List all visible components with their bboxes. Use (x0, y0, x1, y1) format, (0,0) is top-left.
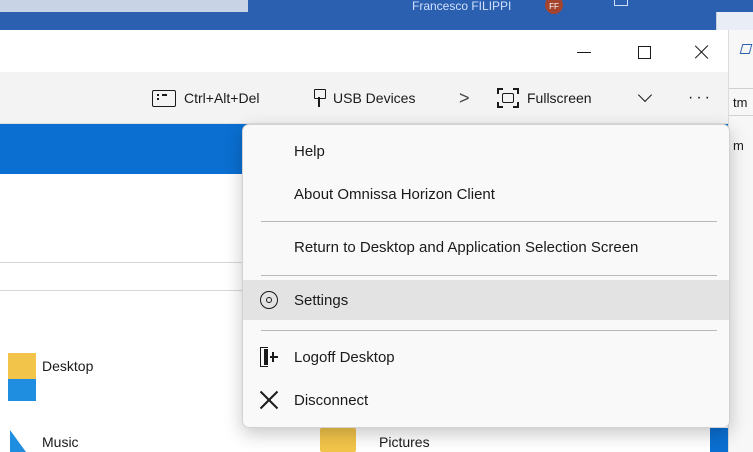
fullscreen-icon (497, 88, 519, 108)
desktop-folder-icon[interactable] (8, 353, 36, 401)
divider (0, 262, 250, 263)
menu-item-label: Settings (294, 291, 349, 309)
fullscreen-button[interactable]: Fullscreen (497, 84, 592, 112)
logoff-icon (259, 347, 279, 367)
maximize-button[interactable] (626, 38, 662, 66)
ctrl-alt-del-button[interactable]: Ctrl+Alt+Del (152, 84, 259, 112)
pictures-folder-label[interactable]: Pictures (379, 434, 430, 450)
minimize-icon (577, 51, 591, 53)
account-name: Francesco FILIPPI (412, 0, 512, 13)
menu-item-logoff-desktop[interactable]: Logoff Desktop (243, 337, 729, 377)
close-icon (259, 390, 279, 410)
menu-separator (261, 221, 717, 222)
fullscreen-label: Fullscreen (527, 90, 592, 106)
pictures-folder-icon[interactable] (320, 428, 356, 452)
more-icon: ··· (688, 89, 713, 106)
menu-separator (261, 275, 717, 276)
menu-item-settings[interactable]: Settings (243, 280, 729, 320)
divider (0, 290, 250, 291)
fullscreen-options-button[interactable] (637, 84, 653, 112)
minimize-button[interactable] (566, 38, 602, 66)
usb-icon (313, 89, 326, 107)
maximize-icon (637, 45, 651, 59)
chevron-right-icon: > (459, 87, 470, 108)
menu-separator (261, 330, 717, 331)
avatar[interactable]: FF (545, 0, 563, 14)
music-folder-label[interactable]: Music (42, 434, 79, 450)
menu-item-label: Logoff Desktop (294, 348, 395, 366)
background-address-bar (0, 0, 248, 12)
usb-devices-label: USB Devices (333, 90, 416, 106)
toolbar-expand-button[interactable]: > (459, 84, 470, 112)
edge-text: m (733, 138, 744, 153)
menu-item-return-to-selection[interactable]: Return to Desktop and Application Select… (243, 227, 729, 267)
menu-item-label: About Omnissa Horizon Client (294, 185, 495, 203)
remote-scroll-region (710, 428, 728, 452)
menu-item-help[interactable]: Help (243, 131, 729, 171)
usb-devices-button[interactable]: USB Devices (313, 84, 415, 112)
edge-window-titlebar (716, 12, 753, 30)
music-folder-icon[interactable] (10, 430, 26, 452)
menu-item-label: Help (294, 142, 325, 160)
menu-item-disconnect[interactable]: Disconnect (243, 380, 729, 420)
gear-icon (259, 290, 279, 310)
window-icon (614, 0, 628, 6)
menu-item-label: Disconnect (294, 391, 369, 409)
background-window-strip: Francesco FILIPPI FF (0, 0, 753, 30)
horizon-toolbar: Ctrl+Alt+Del USB Devices > Fullscreen ··… (0, 72, 728, 124)
chevron-down-icon (637, 87, 653, 103)
ctrl-alt-del-label: Ctrl+Alt+Del (184, 90, 260, 106)
title-bar (0, 30, 728, 72)
menu-item-label: Return to Desktop and Application Select… (294, 238, 639, 256)
close-icon (695, 45, 709, 59)
menu-item-about[interactable]: About Omnissa Horizon Client (243, 174, 729, 214)
more-options-button[interactable]: ··· (688, 84, 713, 112)
more-options-menu: Help About Omnissa Horizon Client Return… (242, 124, 730, 428)
close-button[interactable] (684, 38, 720, 66)
edge-text: tm (733, 95, 748, 110)
desktop-folder-label[interactable]: Desktop (42, 358, 93, 374)
keyboard-icon (152, 89, 176, 107)
